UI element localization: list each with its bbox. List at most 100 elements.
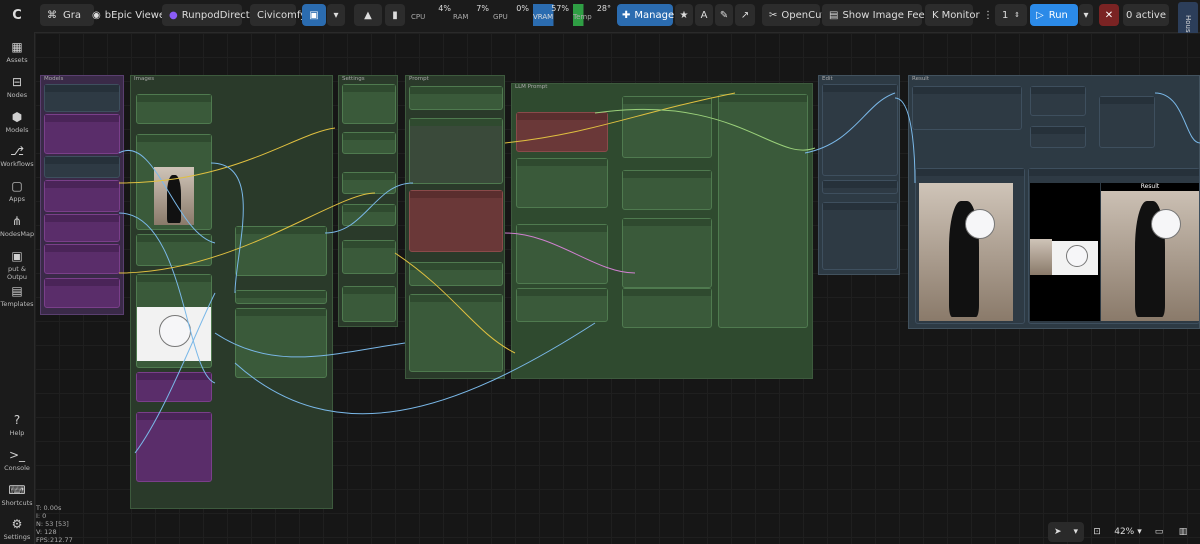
sidebar-item-models[interactable]: ⬢ Models [0, 110, 34, 134]
sidebar-label: Nodes [6, 91, 28, 99]
stat-nodes: N: 53 [53] [36, 520, 69, 528]
assets-icon: ▦ [11, 40, 23, 54]
workflows-icon: ⎇ [10, 144, 24, 158]
sidebar-label: Templates [0, 300, 34, 308]
wire [1154, 92, 1200, 144]
left-sidebar: ▦ Assets ⊟ Nodes ⬢ Models ⎇ Workflows ▢ Apps … [0, 32, 35, 544]
wire [504, 92, 736, 144]
sidebar-item-nodesmap[interactable]: ⋔ NodesMap [0, 214, 34, 238]
cpu-value: 4% [438, 4, 451, 13]
run-options-chevron-icon[interactable]: ▾ [1079, 4, 1093, 26]
wire [324, 182, 414, 234]
opencut-button[interactable]: ✂ OpenCut [762, 4, 825, 26]
comfy-logo[interactable]: C [6, 4, 28, 26]
gpu-label: GPU [493, 13, 508, 21]
console-icon: >_ [8, 448, 26, 462]
sidebar-label: Assets [6, 56, 28, 64]
fit-view-icon[interactable]: ⊡ [1090, 522, 1104, 542]
vram-value: 57% [551, 4, 569, 13]
sidebar-label: put & Outpu [6, 265, 28, 281]
stat-v: V: 128 [36, 528, 57, 536]
active-queue-button[interactable]: 0 active [1123, 4, 1169, 26]
queue-count-stepper[interactable]: 1 ⇕ [995, 4, 1027, 26]
chevron-down-icon[interactable]: ▾ [327, 4, 345, 26]
minimap-icon[interactable]: ▭ [1152, 522, 1166, 542]
sidebar-label: Settings [3, 533, 31, 541]
cpu-meter: 4% CPU [411, 4, 451, 26]
pointer-mode-selector[interactable]: ➤ ▾ [1048, 522, 1084, 542]
gpu-value: 0% [516, 4, 529, 13]
wire [118, 212, 216, 384]
pointer-icon: ➤ [1053, 527, 1062, 537]
sidebar-item-assets[interactable]: ▦ Assets [0, 40, 34, 64]
wire [134, 292, 216, 454]
sidebar-item-settings[interactable]: ⚙ Settings [0, 517, 34, 541]
close-icon[interactable]: ✕ [1099, 4, 1119, 26]
manager-button[interactable]: ✚ Manager [617, 4, 678, 26]
play-icon: ▷ [1036, 9, 1044, 21]
temp-value: 28° [596, 4, 611, 13]
zoom-control[interactable]: 42% ▾ [1108, 522, 1148, 542]
sidebar-label: Console [4, 464, 30, 472]
screen-toggle-button[interactable]: ▣ [302, 4, 326, 26]
sidebar-item-apps[interactable]: ▢ Apps [0, 179, 34, 203]
sidebar-item-nodes[interactable]: ⊟ Nodes [0, 75, 34, 99]
opencut-label: OpenCut [781, 9, 826, 21]
image-icon: ▤ [829, 9, 839, 21]
zoom-level: 42% [1114, 527, 1135, 537]
screen-icon: ▣ [309, 9, 319, 21]
render-stats: T: 0.00s I: 0 N: 53 [53] V: 128 FPS:212.… [36, 504, 73, 544]
queue-count: 1 [1002, 9, 1009, 21]
monitor-button[interactable]: K Monitor [925, 4, 980, 26]
vram-label: VRAM [533, 13, 554, 21]
sidebar-item-templates[interactable]: ▤ Templates [0, 284, 34, 308]
stat-fps: FPS:212.77 [36, 536, 73, 544]
nodesmap-icon: ⋔ [11, 214, 23, 228]
help-icon: ? [13, 413, 21, 427]
wire [394, 252, 516, 354]
ram-meter: 7% RAM [453, 4, 489, 26]
sidebar-label: NodesMap [0, 230, 35, 238]
wire [804, 92, 896, 154]
io-icon: ▣ [11, 249, 23, 263]
manager-label: Manager [634, 9, 679, 21]
workflow-tab[interactable]: ⌘ Gra [40, 4, 94, 26]
civicomfy-button[interactable]: Civicomfy [250, 4, 306, 26]
logo-badge-icon[interactable]: ▲ [354, 4, 382, 26]
civicomfy-label: Civicomfy [257, 9, 307, 21]
show-image-feed-button[interactable]: ▤ Show Image Feed [822, 4, 931, 26]
a-icon[interactable]: A [695, 4, 713, 26]
sidebar-item-input-output[interactable]: ▣ put & Outpu [0, 249, 34, 281]
wire [118, 127, 336, 184]
sidebar-label: Apps [8, 195, 26, 203]
workflow-icon: ⌘ [47, 9, 57, 21]
temp-label: Temp [573, 13, 592, 21]
panel-toggle-icon[interactable]: ▥ [1176, 522, 1190, 542]
sidebar-item-help[interactable]: ? Help [0, 413, 34, 437]
chevron-down-icon: ▾ [1073, 527, 1078, 537]
gpu-meter: 0% GPU [493, 4, 529, 26]
drag-handle-icon[interactable]: ⋮⋮ [983, 4, 1003, 26]
sidebar-item-shortcuts[interactable]: ⌨ Shortcuts [0, 483, 34, 507]
run-button[interactable]: ▷ Run [1030, 4, 1078, 26]
share-icon[interactable]: ↗ [735, 4, 755, 26]
sidebar-label: Workflows [0, 160, 34, 168]
sidebar-item-workflows[interactable]: ⎇ Workflows [0, 144, 34, 168]
viewer-tab[interactable]: ◉ bEpic Viewer [92, 4, 169, 26]
puzzle-icon: ✚ [622, 9, 631, 21]
vram-meter: 57% VRAM [533, 4, 569, 26]
brush-icon[interactable]: ✎ [715, 4, 733, 26]
sidebar-label: Models [5, 126, 29, 134]
top-toolbar: C ⌘ Gra ◉ bEpic Viewer ● RunpodDirect Ci… [0, 0, 1200, 74]
node-graph-canvas[interactable]: Models Images Settings Prompt LLM Prompt… [35, 33, 1200, 544]
star-icon[interactable]: ★ [675, 4, 693, 26]
gear-icon: ⚙ [11, 517, 23, 531]
temp-meter: 28° Temp [573, 4, 611, 26]
models-icon: ⬢ [11, 110, 23, 124]
sidebar-item-console[interactable]: >_ Console [0, 448, 34, 472]
workflow-tab-title: Gra [63, 9, 81, 21]
connection-wires [118, 92, 1200, 454]
bookmark-icon[interactable]: ▮ [385, 4, 405, 26]
runpod-button[interactable]: ● RunpodDirect [162, 4, 250, 26]
viewer-label: bEpic Viewer [104, 9, 170, 21]
